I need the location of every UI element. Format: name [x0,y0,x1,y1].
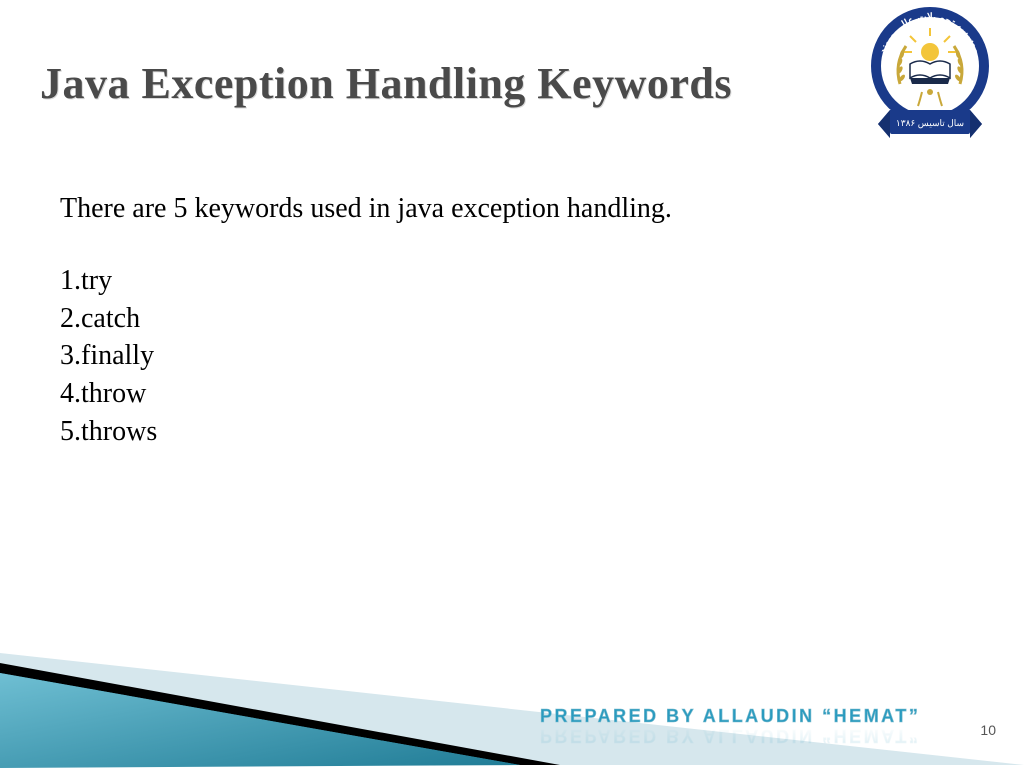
list-item: 1.try [60,262,672,300]
keyword-finally: finally [81,340,154,371]
intro-text: There are 5 keywords used in java except… [60,190,672,228]
list-item: 2.catch [60,300,672,338]
keyword-try: try [81,265,112,296]
keyword-list: 1.try 2.catch 3.finally 4.throw 5.throws [60,262,672,451]
slide-title: Java Exception Handling Keywords [40,58,732,109]
page-number: 10 [980,722,996,738]
content-block: There are 5 keywords used in java except… [60,190,672,451]
prepared-by-text: PREPARED BY ALLAUDIN “HEMAT” [540,706,920,726]
keyword-throw: throw [81,378,146,409]
keyword-throws: throws [81,416,157,447]
institution-logo: موسسه تحصیلات عالی میوند [860,6,1000,166]
prepared-by-reflection: PREPARED BY ALLAUDIN “HEMAT” [540,725,920,746]
list-item: 4.throw [60,375,672,413]
keyword-catch: catch [81,303,140,334]
list-item: 3.finally [60,337,672,375]
slide: Java Exception Handling Keywords موسسه ت… [0,0,1024,768]
logo-arabic-bottom: سال تاسیس ۱۳۸۶ [896,118,964,129]
list-item: 5.throws [60,413,672,451]
prepared-by: PREPARED BY ALLAUDIN “HEMAT” PREPARED BY… [540,706,920,746]
